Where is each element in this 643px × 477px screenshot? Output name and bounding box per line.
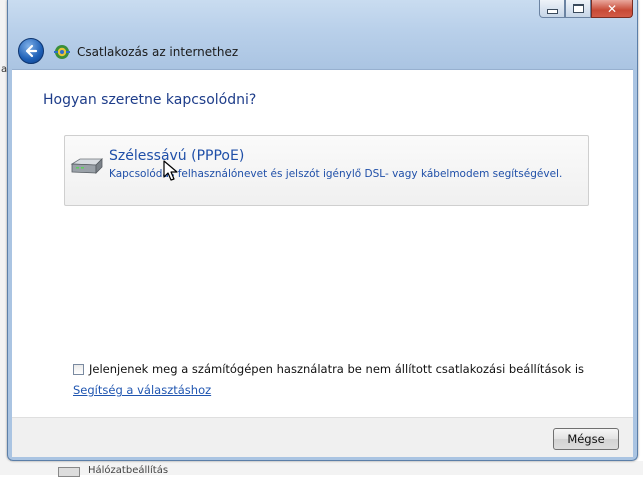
close-icon: ✕ — [606, 1, 618, 16]
caption-buttons: ✕ — [539, 0, 633, 18]
back-arrow-icon — [25, 44, 38, 58]
back-button[interactable] — [18, 38, 44, 64]
dialog-footer: Mégse — [12, 417, 633, 457]
maximize-icon — [572, 4, 584, 13]
content-area: Hogyan szeretne kapcsolódni? Szélessávú … — [12, 69, 633, 417]
navigation-bar: Csatlakozás az internethez — [8, 36, 637, 68]
help-link[interactable]: Segítség a választáshoz — [73, 383, 211, 397]
broadband-pppoe-option[interactable]: Szélessávú (PPPoE) Kapcsolódás felhaszná… — [64, 135, 589, 206]
window-title: Csatlakozás az internethez — [77, 45, 239, 59]
close-button[interactable]: ✕ — [591, 0, 633, 18]
show-unconfigured-label: Jelenjenek meg a számítógépen használatr… — [89, 362, 585, 376]
mouse-cursor-icon — [163, 160, 178, 181]
dialog-window: ✕ Csatlakozás az internethez Hogyan szer… — [7, 0, 638, 461]
network-connection-icon — [54, 45, 70, 59]
minimize-button[interactable] — [539, 0, 565, 18]
background-bottom: Hálózatbeállítás — [0, 461, 643, 477]
background-bottom-text: Hálózatbeállítás — [88, 465, 169, 476]
page-title: Hogyan szeretne kapcsolódni? — [43, 92, 257, 108]
background-icon — [58, 467, 80, 477]
show-unconfigured-checkbox[interactable] — [73, 363, 84, 375]
minimize-icon — [546, 8, 558, 14]
show-unconfigured-option[interactable]: Jelenjenek meg a számítógépen használatr… — [73, 362, 584, 376]
cancel-button[interactable]: Mégse — [553, 428, 619, 450]
maximize-button[interactable] — [565, 0, 591, 18]
broadband-modem-icon — [70, 158, 103, 174]
